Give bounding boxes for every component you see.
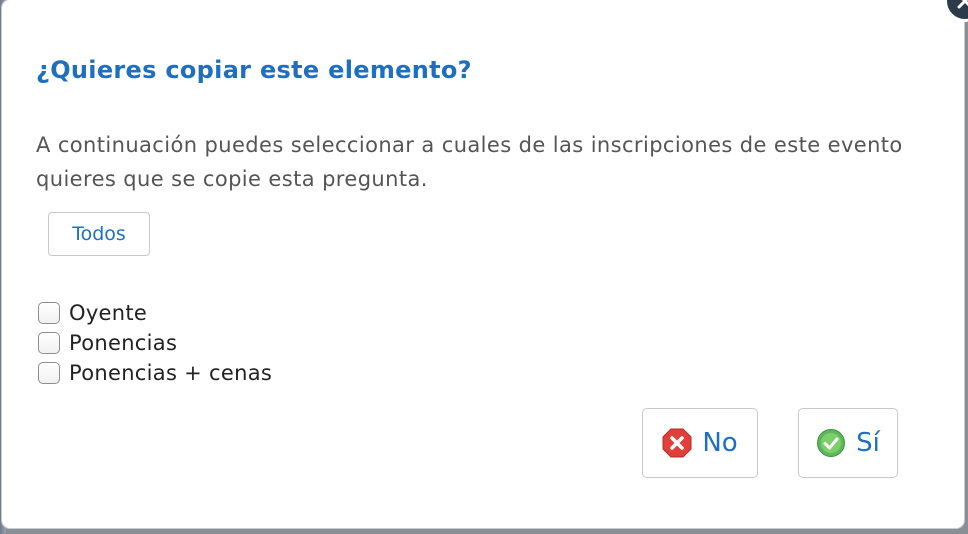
no-button-label: No — [702, 428, 738, 458]
option-label: Ponencias — [69, 331, 178, 355]
copy-element-dialog: ¿Quieres copiar este elemento? A continu… — [2, 0, 968, 528]
option-oyente: Oyente — [38, 298, 272, 328]
registration-options-list: Oyente Ponencias Ponencias + cenas — [38, 298, 272, 388]
option-ponencias-cenas: Ponencias + cenas — [38, 358, 272, 388]
option-label: Ponencias + cenas — [69, 361, 273, 385]
dialog-title: ¿Quieres copiar este elemento? — [36, 56, 472, 84]
yes-button-label: Sí — [856, 428, 880, 458]
yes-button[interactable]: Sí — [798, 408, 898, 478]
select-all-button[interactable]: Todos — [48, 212, 150, 256]
option-ponencias: Ponencias — [38, 328, 272, 358]
no-button[interactable]: No — [642, 408, 758, 478]
check-circle-icon — [817, 429, 846, 457]
option-checkbox[interactable] — [38, 302, 60, 324]
option-label: Oyente — [69, 301, 148, 325]
close-icon — [957, 0, 968, 9]
dialog-description: A continuación puedes seleccionar a cual… — [36, 133, 903, 191]
close-button[interactable] — [944, 0, 968, 22]
option-checkbox[interactable] — [38, 362, 60, 384]
option-checkbox[interactable] — [38, 332, 60, 354]
x-octagon-icon — [662, 428, 692, 458]
